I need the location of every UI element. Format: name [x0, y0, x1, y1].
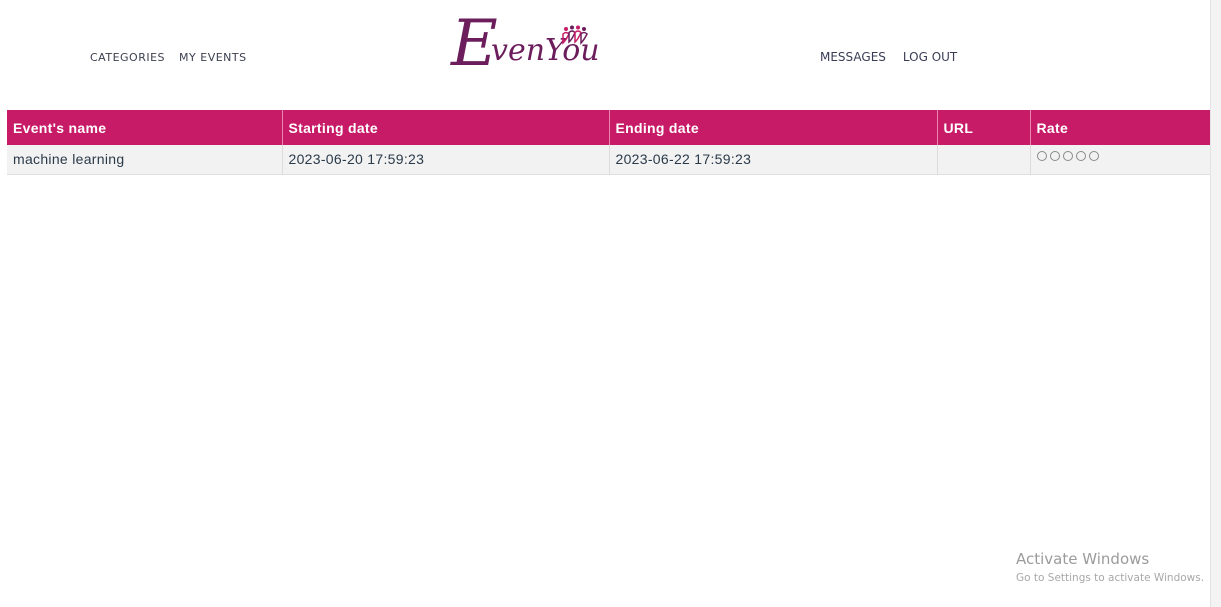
site-header: CATEGORIES MY EVENTS E venYou MESSAGES L…: [0, 0, 1210, 108]
ending-date-cell: 2023-06-22 17:59:23: [609, 145, 938, 175]
rating-stars: [1036, 149, 1205, 163]
rating-star-1[interactable]: [1036, 151, 1047, 162]
nav-messages-link[interactable]: MESSAGES: [820, 50, 886, 64]
rating-star-2[interactable]: [1049, 151, 1060, 162]
nav-my-events-link[interactable]: MY EVENTS: [179, 51, 247, 64]
nav-right: MESSAGES LOG OUT: [820, 50, 957, 64]
watermark-subtitle: Go to Settings to activate Windows.: [1016, 572, 1205, 584]
column-header-ending-date: Ending date: [609, 110, 938, 145]
evenyou-logo[interactable]: E venYou: [445, 12, 625, 92]
activate-windows-watermark: Activate Windows Go to Settings to activ…: [1016, 550, 1204, 584]
rating-star-4[interactable]: [1075, 151, 1086, 162]
column-header-starting-date: Starting date: [282, 110, 610, 145]
nav-categories-link[interactable]: CATEGORIES: [90, 51, 165, 64]
nav-left: CATEGORIES MY EVENTS: [90, 51, 247, 64]
page: CATEGORIES MY EVENTS E venYou MESSAGES L…: [0, 0, 1221, 607]
watermark-title: Activate Windows: [1016, 550, 1150, 568]
table-row: machine learning 2023-06-20 17:59:23 202…: [7, 145, 1210, 175]
url-cell: [937, 145, 1031, 175]
column-header-event-name: Event's name: [7, 110, 283, 145]
rate-cell: [1030, 145, 1210, 175]
rating-star-3[interactable]: [1062, 151, 1073, 162]
starting-date-cell: 2023-06-20 17:59:23: [282, 145, 610, 175]
event-name-cell: machine learning: [7, 145, 283, 175]
column-header-rate: Rate: [1030, 110, 1210, 145]
column-header-url: URL: [937, 110, 1031, 145]
rating-star-5[interactable]: [1088, 151, 1099, 162]
page-scrollbar[interactable]: [1210, 0, 1221, 607]
people-icon: [562, 25, 588, 45]
events-table: Event's name Starting date Ending date U…: [7, 110, 1210, 175]
nav-logout-link[interactable]: LOG OUT: [903, 50, 957, 64]
table-header-row: Event's name Starting date Ending date U…: [7, 110, 1210, 145]
